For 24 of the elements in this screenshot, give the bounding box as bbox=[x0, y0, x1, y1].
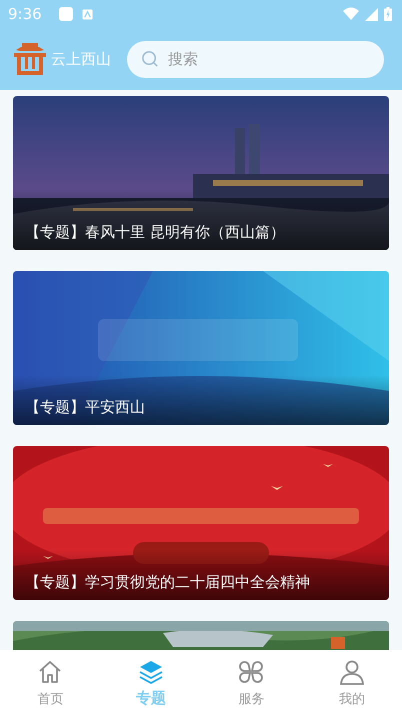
tab-item[interactable]: 服务 bbox=[201, 650, 302, 716]
tab-item[interactable]: 我的 bbox=[302, 650, 402, 716]
app-name: 云上西山 bbox=[51, 50, 111, 68]
tab-item[interactable]: 首页 bbox=[0, 650, 100, 716]
topic-card[interactable]: 【专题】平安西山 bbox=[13, 271, 389, 425]
topic-title: 【专题】春风十里 昆明有你（西山篇） bbox=[25, 223, 285, 241]
home-icon bbox=[37, 658, 64, 686]
clock-time: 9:36 bbox=[8, 5, 42, 23]
layers-icon bbox=[138, 658, 164, 685]
topic-card[interactable]: 【专题】春风十里 昆明有你（西山篇） bbox=[13, 96, 389, 250]
topic-title: 【专题】学习贯彻党的二十届四中全会精神 bbox=[25, 573, 310, 591]
notification-icon bbox=[58, 6, 74, 22]
topic-title: 【专题】平安西山 bbox=[25, 398, 145, 416]
person-icon bbox=[338, 658, 365, 686]
tab-item[interactable]: 专题 bbox=[100, 650, 201, 716]
topic-card[interactable]: 【专题】学习贯彻党的二十届四中全会精神 bbox=[13, 446, 389, 600]
signal-icon bbox=[365, 8, 378, 20]
wifi-icon bbox=[343, 7, 359, 21]
search-icon bbox=[141, 50, 160, 68]
search-field[interactable]: 搜索 bbox=[127, 40, 384, 78]
image-icon bbox=[82, 8, 93, 20]
four-petal-icon bbox=[238, 658, 264, 686]
gate-logo-icon bbox=[13, 42, 47, 76]
battery-icon bbox=[384, 7, 392, 21]
